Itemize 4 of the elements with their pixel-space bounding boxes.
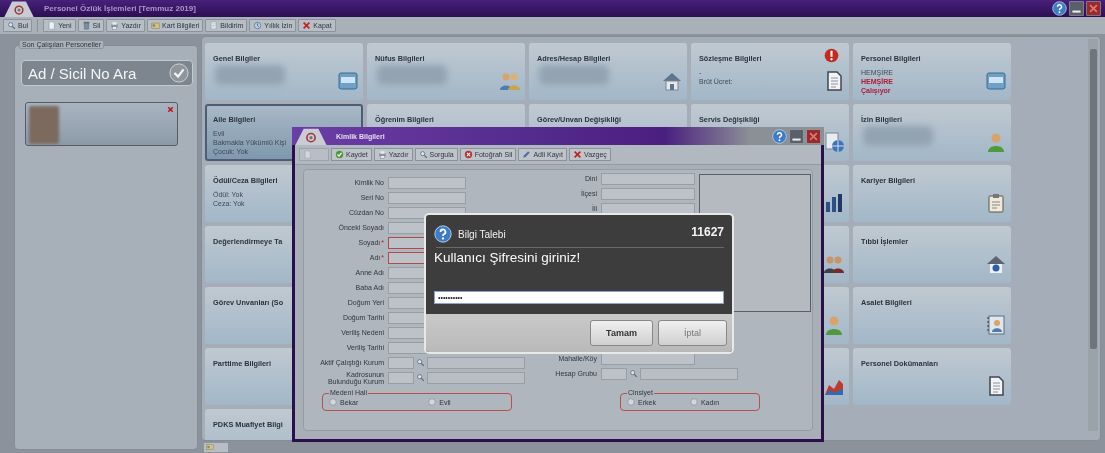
dialog-title: Bilgi Talebi [458, 228, 506, 240]
prompt-message: Kullanıcı Şifresini giriniz! [434, 250, 581, 266]
request-number: 11627 [691, 225, 724, 239]
window-title: Personel Özlük İşlemleri [Temmuz 2019] [44, 4, 196, 13]
